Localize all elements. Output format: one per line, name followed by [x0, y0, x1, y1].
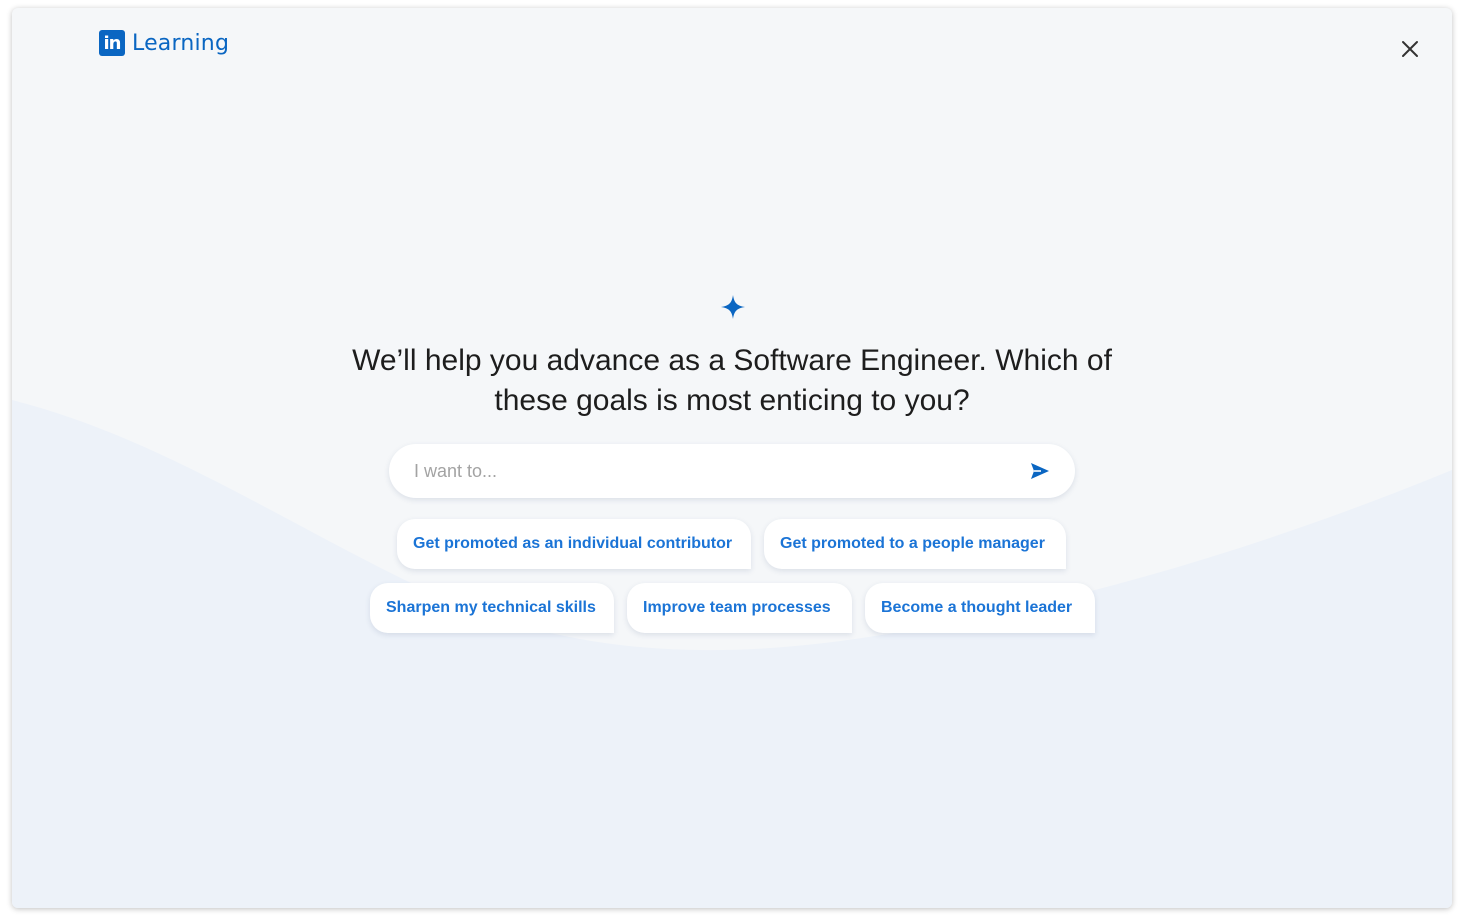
close-button[interactable]: [1396, 38, 1424, 60]
sparkle-icon: [721, 295, 745, 319]
send-button[interactable]: [1029, 461, 1051, 481]
goal-chip-individual-contributor[interactable]: Get promoted as an individual contributo…: [397, 519, 751, 569]
goal-chip-thought-leader[interactable]: Become a thought leader: [865, 583, 1095, 633]
linkedin-logo-icon: in: [99, 30, 125, 56]
goal-chip-technical-skills[interactable]: Sharpen my technical skills: [370, 583, 614, 633]
goal-input-container: [389, 444, 1075, 498]
send-icon: [1031, 463, 1049, 479]
headline-line-2: these goals is most enticing to you?: [494, 384, 970, 417]
page-title: We’ll help you advance as a Software Eng…: [272, 341, 1192, 421]
goal-input[interactable]: [412, 459, 996, 483]
modal-window: in Learning We’ll help you advance as a …: [12, 8, 1452, 908]
linkedin-learning-logo[interactable]: in Learning: [99, 30, 229, 56]
logo-text: Learning: [132, 30, 230, 56]
close-icon: [1402, 41, 1418, 57]
goal-chip-people-manager[interactable]: Get promoted to a people manager: [764, 519, 1066, 569]
headline-line-1: We’ll help you advance as a Software Eng…: [352, 344, 1112, 377]
goal-chip-team-processes[interactable]: Improve team processes: [627, 583, 852, 633]
